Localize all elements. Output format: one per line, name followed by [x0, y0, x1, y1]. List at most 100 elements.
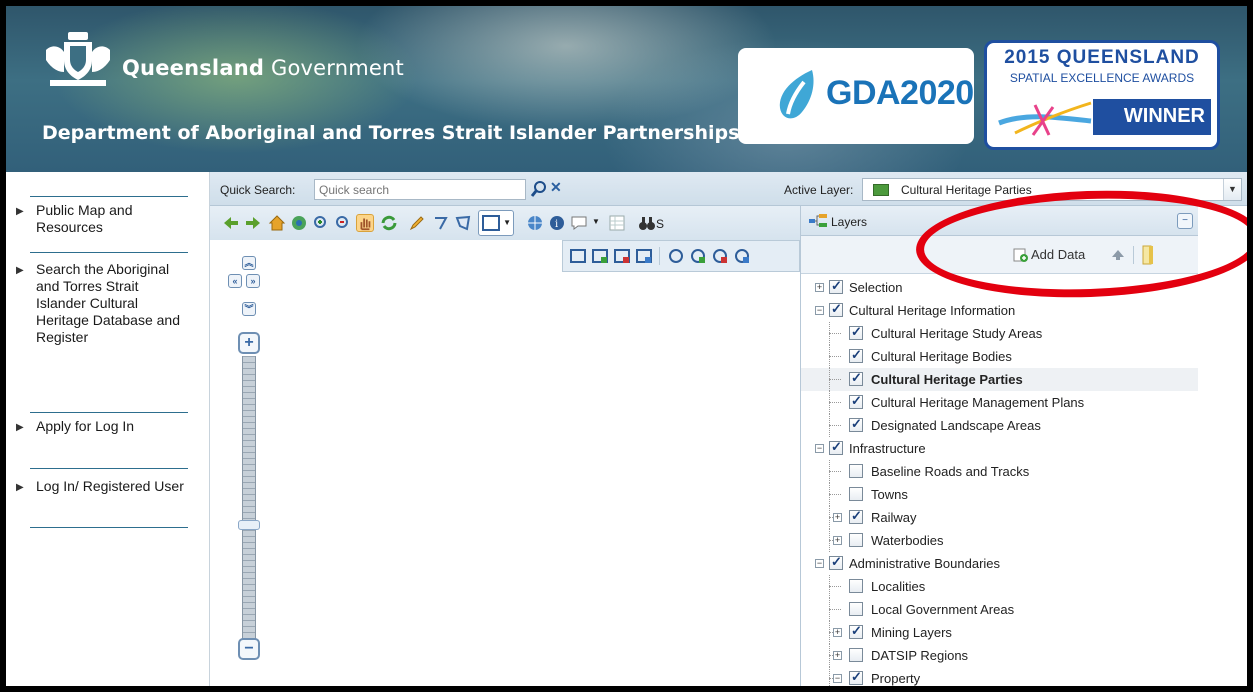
layer-checkbox[interactable] [829, 301, 843, 317]
layer-checkbox[interactable] [829, 554, 843, 570]
layer-checkbox[interactable] [849, 416, 863, 432]
circle-select-icon[interactable] [667, 247, 685, 265]
circle-remove-select-icon[interactable] [711, 247, 729, 265]
layer-checkbox[interactable] [849, 579, 863, 593]
refresh-icon[interactable] [380, 214, 398, 232]
layer-label[interactable]: Cultural Heritage Study Areas [871, 326, 1042, 341]
quick-search-input[interactable] [314, 179, 526, 200]
select-tool-button[interactable]: ▼ [478, 210, 514, 236]
layer-row[interactable]: + DATSIP Regions [801, 644, 1199, 667]
layer-row[interactable]: − Cultural Heritage Information [801, 299, 1199, 322]
map-canvas[interactable]: ︽ « » ︾ + − [210, 240, 800, 686]
layer-checkbox[interactable] [849, 347, 863, 363]
layer-row[interactable]: Cultural Heritage Study Areas [801, 322, 1199, 345]
layer-checkbox[interactable] [849, 533, 863, 547]
zoom-in-icon[interactable] [312, 214, 330, 232]
nav-login-registered[interactable]: ▶ Log In/ Registered User [16, 478, 186, 495]
rectangle-intersect-select-icon[interactable] [635, 247, 653, 265]
layer-row[interactable]: Baseline Roads and Tracks [801, 460, 1199, 483]
layer-checkbox[interactable] [849, 370, 863, 386]
rectangle-add-select-icon[interactable] [591, 247, 609, 265]
collapse-icon[interactable]: − [815, 444, 824, 453]
layer-label[interactable]: Cultural Heritage Bodies [871, 349, 1012, 364]
layer-row[interactable]: − Infrastructure [801, 437, 1199, 460]
collapse-icon[interactable]: − [815, 306, 824, 315]
nav-apply-login[interactable]: ▶ Apply for Log In [16, 418, 186, 435]
layer-row[interactable]: − Administrative Boundaries [801, 552, 1199, 575]
layer-label[interactable]: Towns [871, 487, 908, 502]
layer-label[interactable]: Administrative Boundaries [849, 556, 1000, 571]
layer-label[interactable]: Cultural Heritage Management Plans [871, 395, 1084, 410]
layer-row[interactable]: Designated Landscape Areas [801, 414, 1199, 437]
circle-add-select-icon[interactable] [689, 247, 707, 265]
nav-public-map[interactable]: ▶ Public Map and Resources [16, 202, 186, 236]
home-icon[interactable] [268, 214, 286, 232]
chevron-down-icon[interactable]: ▼ [1223, 179, 1241, 200]
collapse-icon[interactable]: − [833, 674, 842, 683]
full-extent-icon[interactable] [290, 214, 308, 232]
pencil-icon[interactable] [408, 214, 426, 232]
nav-search-register[interactable]: ▶ Search the Aboriginal and Torres Strait… [16, 261, 186, 346]
layer-row[interactable]: Local Government Areas [801, 598, 1199, 621]
rectangle-select-icon[interactable] [569, 247, 587, 265]
layer-row[interactable]: − Property [801, 667, 1199, 686]
pan-right-icon[interactable]: » [246, 274, 260, 288]
pan-hand-icon[interactable] [356, 214, 374, 232]
layer-label[interactable]: Localities [871, 579, 925, 594]
layer-label[interactable]: Railway [871, 510, 917, 525]
zoom-in-button[interactable]: + [238, 332, 260, 354]
layer-row[interactable]: + Waterbodies [801, 529, 1199, 552]
layer-label[interactable]: DATSIP Regions [871, 648, 968, 663]
layer-checkbox[interactable] [849, 393, 863, 409]
layer-row[interactable]: Cultural Heritage Management Plans [801, 391, 1199, 414]
layer-row[interactable]: + Railway [801, 506, 1199, 529]
back-arrow-icon[interactable] [222, 214, 240, 232]
layer-label[interactable]: Selection [849, 280, 902, 295]
layer-checkbox[interactable] [849, 324, 863, 340]
comment-icon[interactable] [570, 214, 588, 232]
layer-checkbox[interactable] [829, 278, 843, 294]
zoom-slider-thumb[interactable] [238, 520, 260, 530]
layer-label[interactable]: Waterbodies [871, 533, 944, 548]
zoom-slider[interactable] [242, 356, 256, 648]
layer-label[interactable]: Cultural Heritage Information [849, 303, 1015, 318]
search-icon[interactable] [530, 180, 548, 198]
layer-label[interactable]: Local Government Areas [871, 602, 1014, 617]
layer-row[interactable]: Cultural Heritage Bodies [801, 345, 1199, 368]
layer-label[interactable]: Property [871, 671, 920, 686]
pan-up-icon[interactable]: ︽ [242, 256, 256, 270]
circle-intersect-select-icon[interactable] [733, 247, 751, 265]
layer-row[interactable]: Localities [801, 575, 1199, 598]
layer-label[interactable]: Cultural Heritage Parties [871, 372, 1023, 387]
layer-checkbox[interactable] [849, 508, 863, 524]
info-icon[interactable]: i [548, 214, 566, 232]
layer-label[interactable]: Baseline Roads and Tracks [871, 464, 1029, 479]
measure-area-icon[interactable] [454, 214, 472, 232]
rectangle-remove-select-icon[interactable] [613, 247, 631, 265]
binoculars-icon[interactable] [638, 214, 656, 232]
measure-line-icon[interactable] [432, 214, 450, 232]
layer-checkbox[interactable] [849, 648, 863, 662]
layer-checkbox[interactable] [849, 464, 863, 478]
layer-checkbox[interactable] [849, 669, 863, 685]
layer-label[interactable]: Infrastructure [849, 441, 926, 456]
layer-row[interactable]: Cultural Heritage Parties [801, 368, 1199, 391]
layer-label[interactable]: Mining Layers [871, 625, 952, 640]
zoom-out-button[interactable]: − [238, 638, 260, 660]
layer-row[interactable]: Towns [801, 483, 1199, 506]
identify-globe-icon[interactable] [526, 214, 544, 232]
expand-icon[interactable]: + [833, 536, 842, 545]
table-icon[interactable] [608, 214, 626, 232]
expand-icon[interactable]: + [833, 628, 842, 637]
layer-checkbox[interactable] [849, 602, 863, 616]
expand-icon[interactable]: + [815, 283, 824, 292]
zoom-out-icon[interactable] [334, 214, 352, 232]
clear-icon[interactable]: ✕ [550, 179, 564, 197]
layer-label[interactable]: Designated Landscape Areas [871, 418, 1041, 433]
forward-arrow-icon[interactable] [244, 214, 262, 232]
layer-checkbox[interactable] [849, 487, 863, 501]
pan-down-icon[interactable]: ︾ [242, 302, 256, 316]
collapse-icon[interactable]: − [815, 559, 824, 568]
layer-checkbox[interactable] [829, 439, 843, 455]
search-tool-label[interactable]: S [656, 217, 664, 231]
